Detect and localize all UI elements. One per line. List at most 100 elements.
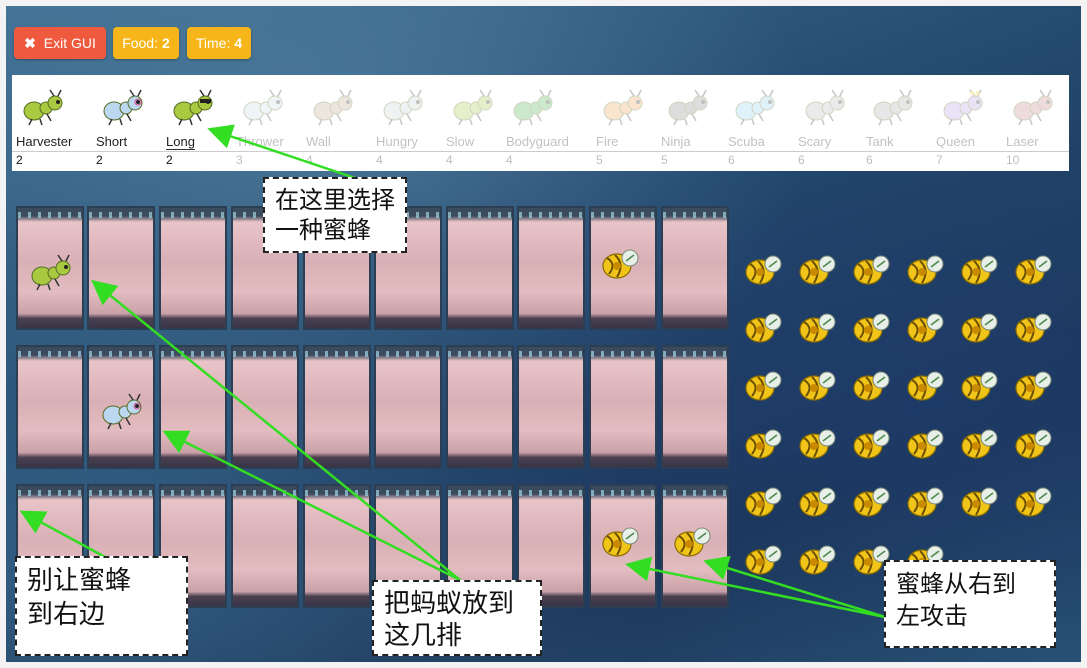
- callout-line: 一种蜜蜂: [275, 216, 371, 244]
- laser-ant-icon: [1010, 89, 1054, 127]
- short-thrower-ant-icon: [100, 89, 144, 127]
- ant-option-wall: Wall 4: [302, 75, 372, 171]
- ant-option-hungry: Hungry 4: [372, 75, 442, 171]
- ant-option-harvester[interactable]: Harvester 2: [12, 75, 82, 171]
- ant-option-cost: 4: [506, 153, 513, 167]
- callout-place-ants: 把蚂蚁放到 这几排: [372, 580, 542, 656]
- callout-dont-let-text: 别让蜜蜂 到右边: [27, 564, 176, 632]
- board-tile-r0-c1[interactable]: [87, 206, 155, 330]
- ant-option-laser: Laser 10: [1002, 75, 1072, 171]
- long-thrower-ant-icon: [170, 89, 214, 127]
- callout-line: 别让蜜蜂: [27, 566, 132, 596]
- ninja-ant-icon: [665, 89, 709, 127]
- hive-bee-icon: [740, 366, 784, 408]
- fire-ant-icon: [600, 89, 644, 127]
- board-tile-r1-c3[interactable]: [231, 345, 299, 469]
- ant-option-cost: 4: [376, 153, 383, 167]
- harvester-ant-icon: [20, 89, 64, 127]
- hive-bee-icon: [794, 308, 838, 350]
- callout-select-text: 在这里选择 一种蜜蜂: [275, 185, 395, 245]
- bee-icon: [669, 522, 713, 564]
- hive-bee-icon: [902, 366, 946, 408]
- hive-bee-icon: [848, 366, 892, 408]
- board-tile-r1-c0[interactable]: [16, 345, 84, 469]
- hive-bee-icon: [740, 308, 784, 350]
- hive-bee-icon: [740, 540, 784, 582]
- ant-option-long[interactable]: Long 2: [162, 75, 232, 171]
- ant-option-ninja: Ninja 5: [657, 75, 727, 171]
- hive-bee-icon: [794, 482, 838, 524]
- hive-bee-icon: [902, 482, 946, 524]
- board-tile-r2-c3[interactable]: [231, 484, 299, 608]
- short-thrower-ant-icon[interactable]: [99, 393, 143, 435]
- time-value: 4: [234, 35, 243, 51]
- hive-bee-icon: [902, 424, 946, 466]
- ant-option-cost: 6: [866, 153, 873, 167]
- ant-option-name: Slow: [446, 134, 475, 149]
- hive-bee-icon: [1010, 424, 1054, 466]
- board-tile-r1-c8[interactable]: [589, 345, 657, 469]
- board-tile-r1-c9[interactable]: [661, 345, 729, 469]
- exit-gui-button[interactable]: ✖ Exit GUI: [14, 27, 106, 59]
- ant-option-cost: 10: [1006, 153, 1020, 167]
- close-icon: ✖: [24, 34, 36, 51]
- ant-option-thrower: Thrower 3: [232, 75, 302, 171]
- ant-option-queen: Queen 7: [932, 75, 1002, 171]
- ant-option-name: Laser: [1006, 134, 1039, 149]
- queen-ant-icon: [940, 89, 984, 127]
- thrower-ant-icon: [240, 89, 284, 127]
- tank-ant-icon: [870, 89, 914, 127]
- board-tile-r0-c9[interactable]: [661, 206, 729, 330]
- hive-bee-icon: [848, 250, 892, 292]
- ant-option-cost: 7: [936, 153, 943, 167]
- ant-option-name: Queen: [936, 134, 976, 149]
- ant-option-cost: 4: [446, 153, 453, 167]
- board-tile-r1-c7[interactable]: [517, 345, 585, 469]
- board-tile-r0-c7[interactable]: [517, 206, 585, 330]
- food-counter: Food: 2: [113, 27, 179, 59]
- ant-option-cost: 5: [661, 153, 668, 167]
- board-tile-r1-c4[interactable]: [303, 345, 371, 469]
- hive-bee-icon: [956, 366, 1000, 408]
- callout-line: 左攻击: [896, 602, 968, 630]
- game-stage: ✖ Exit GUI Food: 2 Time: 4 Harvester 2 Sh…: [0, 0, 1087, 668]
- ant-option-short[interactable]: Short 2: [92, 75, 162, 171]
- hive-bee-icon: [956, 250, 1000, 292]
- ant-option-name: Tank: [866, 134, 894, 149]
- hive-bee-icon: [794, 540, 838, 582]
- hive-bee-icon: [956, 308, 1000, 350]
- hive-bee-icon: [848, 424, 892, 466]
- board-tile-r0-c6[interactable]: [446, 206, 514, 330]
- board-tile-r2-c4[interactable]: [303, 484, 371, 608]
- bodyguard-ant-icon: [510, 89, 554, 127]
- callout-line: 在这里选择: [275, 186, 395, 214]
- callout-place-text: 把蚂蚁放到 这几排: [384, 588, 530, 652]
- scuba-ant-icon: [732, 89, 776, 127]
- board-tile-r1-c6[interactable]: [446, 345, 514, 469]
- food-value: 2: [162, 35, 170, 51]
- hive-bee-icon: [740, 482, 784, 524]
- exit-gui-label: Exit GUI: [43, 35, 96, 51]
- ant-option-name: Harvester: [16, 134, 73, 149]
- callout-select-ant: 在这里选择 一种蜜蜂: [263, 177, 407, 253]
- time-counter: Time: 4: [187, 27, 251, 59]
- time-label: Time:: [195, 35, 231, 51]
- wall-ant-icon: [310, 89, 354, 127]
- board-tile-r1-c2[interactable]: [159, 345, 227, 469]
- ant-option-name: Fire: [596, 134, 619, 149]
- board-tile-r1-c5[interactable]: [374, 345, 442, 469]
- ant-option-cost: 2: [166, 153, 173, 167]
- slow-thrower-ant-icon: [450, 89, 494, 127]
- ant-option-name: Scary: [798, 134, 832, 149]
- hive-bee-icon: [740, 424, 784, 466]
- harvester-ant-icon[interactable]: [28, 254, 72, 296]
- hive-bee-icon: [794, 250, 838, 292]
- bee-icon: [597, 244, 641, 286]
- hungry-ant-icon: [380, 89, 424, 127]
- board-tile-r0-c2[interactable]: [159, 206, 227, 330]
- ant-option-name: Long: [166, 134, 195, 150]
- bee-icon: [597, 522, 641, 564]
- callout-line: 到右边: [27, 600, 106, 630]
- ant-option-bodyguard: Bodyguard 4: [502, 75, 572, 171]
- ant-option-cost: 6: [798, 153, 805, 167]
